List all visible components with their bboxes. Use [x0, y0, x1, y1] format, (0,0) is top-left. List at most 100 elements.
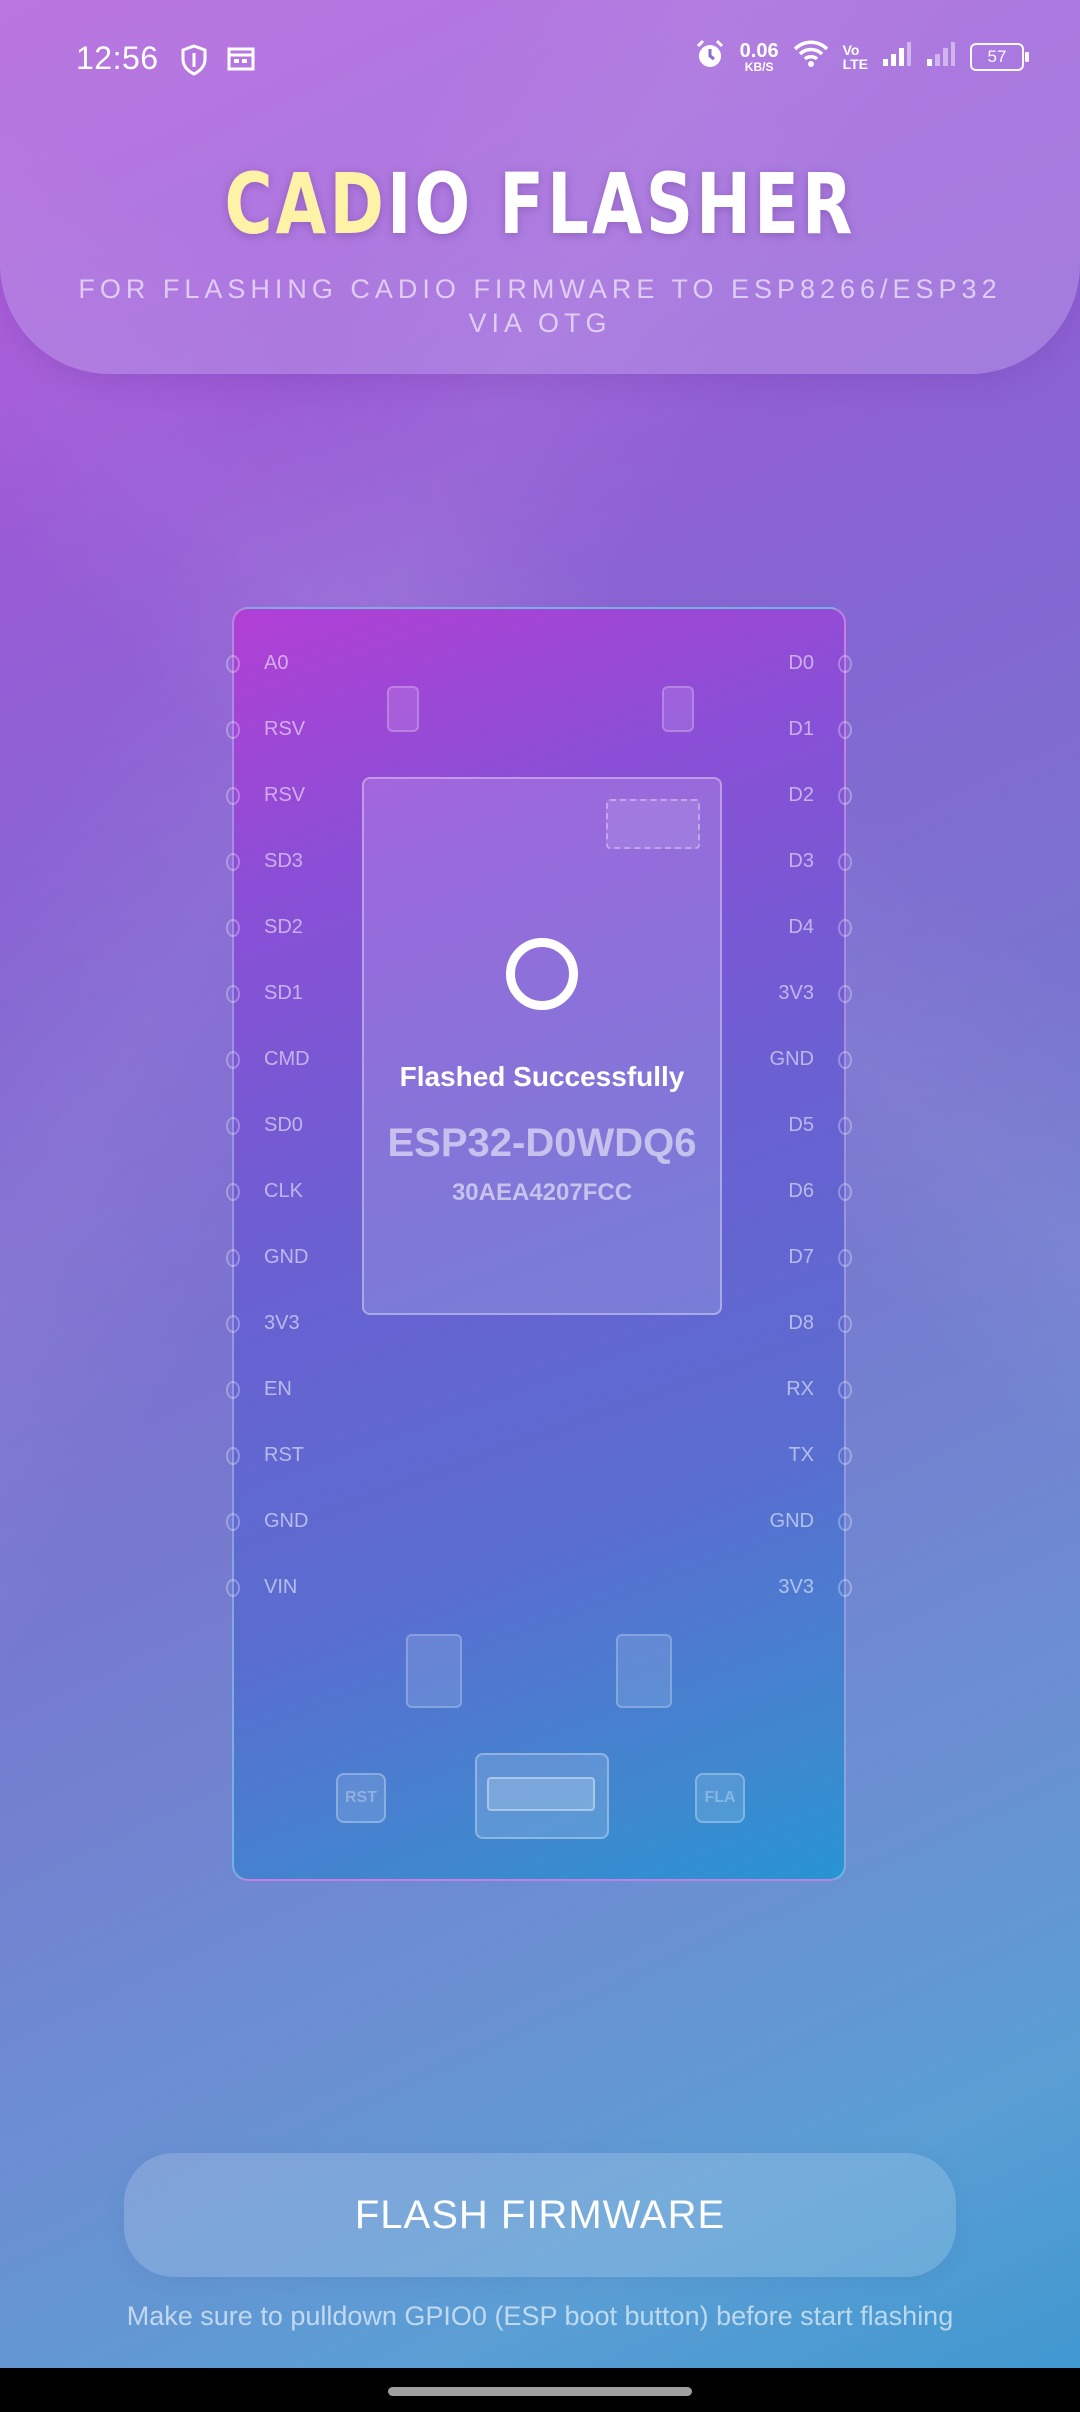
pin-hole [838, 1579, 852, 1597]
pin-hole [838, 853, 852, 871]
pin-label-right: 3V3 [778, 1576, 814, 1598]
pin-label-right: D2 [788, 784, 814, 806]
pin-hole [838, 1513, 852, 1531]
pin-hole [226, 721, 240, 739]
pin-hole [226, 1447, 240, 1465]
app-title-highlight: CAD [224, 155, 387, 253]
app-subtitle: FOR FLASHING CADIO FIRMWARE TO ESP8266/E… [78, 274, 1002, 338]
pin-hole [838, 1183, 852, 1201]
board-flash-button: FLA [695, 1773, 745, 1823]
pin-hole [838, 721, 852, 739]
pin-label-right: D6 [788, 1180, 814, 1202]
pin-hole [226, 985, 240, 1003]
pin-hole [226, 1579, 240, 1597]
pin-hole [226, 1117, 240, 1135]
volte-bottom: LTE [842, 55, 868, 72]
pin-label-right: TX [788, 1444, 814, 1466]
esp-chip: Flashed Successfully ESP32-D0WDQ6 30AEA4… [362, 777, 722, 1315]
pin-label-right: D1 [788, 718, 814, 740]
status-time: 12:56 [76, 40, 159, 76]
pin-label-left: CMD [264, 1048, 310, 1070]
status-ring-icon [506, 938, 578, 1010]
pin-label-right: RX [786, 1378, 814, 1400]
board-rst-button: RST [336, 1773, 386, 1823]
volte-indicator: Vo LTE [843, 43, 868, 71]
pin-hole [838, 919, 852, 937]
pin-label-right: GND [769, 1510, 814, 1532]
pin-hole [838, 1051, 852, 1069]
pin-label-left: RSV [264, 784, 306, 806]
flash-hint: Make sure to pulldown GPIO0 (ESP boot bu… [126, 2301, 954, 2331]
chip-antenna [606, 799, 700, 849]
pin-hole [226, 1381, 240, 1399]
chip-mac-address: 30AEA4207FCC [451, 1179, 633, 1206]
pin-hole [838, 1447, 852, 1465]
calendar-icon [226, 44, 256, 81]
pin-label-right: D0 [788, 652, 814, 674]
pin-label-left: GND [264, 1246, 309, 1268]
signal-weak-icon [926, 41, 956, 72]
app-title: CADIO FLASHER [119, 155, 961, 253]
status-left-icons [180, 44, 256, 81]
status-bar: 12:56 0.06 KB/S Vo LTE 57 [0, 0, 1080, 124]
pin-label-left: GND [264, 1510, 309, 1532]
pin-hole [838, 1117, 852, 1135]
pin-hole [226, 1315, 240, 1333]
battery-level: 57 [987, 46, 1007, 66]
signal-icon [882, 41, 912, 72]
pin-hole [226, 1183, 240, 1201]
pin-label-left: SD0 [264, 1114, 303, 1136]
pin-label-right: 3V3 [778, 982, 814, 1004]
pin-hole [226, 655, 240, 673]
pin-label-left: SD2 [264, 916, 303, 938]
pin-label-right: D4 [788, 916, 814, 938]
pin-label-right: D3 [788, 850, 814, 872]
pin-label-left: CLK [264, 1180, 303, 1202]
navigation-bar [0, 2368, 1080, 2412]
pin-label-right: D7 [788, 1246, 814, 1268]
pin-hole [838, 1249, 852, 1267]
board-component [662, 686, 694, 732]
pin-label-right: D8 [788, 1312, 814, 1334]
pin-hole [226, 1051, 240, 1069]
pin-hole [838, 655, 852, 673]
volte-top: Vo [842, 41, 860, 58]
pin-label-left: RSV [264, 718, 306, 740]
pin-hole [226, 853, 240, 871]
alarm-icon [694, 38, 726, 75]
status-right-icons: 0.06 KB/S Vo LTE 57 [694, 38, 1029, 75]
wifi-icon [793, 39, 829, 74]
pin-label-left: 3V3 [264, 1312, 300, 1334]
chip-model: ESP32-D0WDQ6 [387, 1121, 697, 1165]
usb-port [475, 1753, 609, 1839]
shield-icon [180, 44, 208, 81]
net-speed: 0.06 KB/S [740, 41, 779, 73]
battery-icon: 57 [970, 42, 1029, 71]
pin-hole [838, 787, 852, 805]
pin-hole [838, 985, 852, 1003]
pin-label-left: A0 [264, 652, 289, 674]
board-component [387, 686, 419, 732]
pin-label-left: VIN [264, 1576, 298, 1598]
pin-label-right: D5 [788, 1114, 814, 1136]
pin-label-left: SD3 [264, 850, 303, 872]
pin-label-left: EN [264, 1378, 292, 1400]
board-component [616, 1634, 672, 1708]
pin-hole [838, 1315, 852, 1333]
net-speed-value: 0.06 [739, 39, 779, 62]
home-gesture-handle[interactable] [388, 2387, 692, 2396]
flash-status: Flashed Successfully [399, 1061, 685, 1092]
pin-label-left: SD1 [264, 982, 303, 1004]
app-title-rest: IO FLASHER [386, 155, 856, 253]
pin-hole [838, 1381, 852, 1399]
pin-hole [226, 1513, 240, 1531]
usb-port-inner [487, 1777, 595, 1811]
pin-hole [226, 1249, 240, 1267]
pin-hole [226, 919, 240, 937]
pin-hole [226, 787, 240, 805]
flash-firmware-button[interactable]: FLASH FIRMWARE [124, 2153, 956, 2277]
board-component [406, 1634, 462, 1708]
pin-label-right: GND [769, 1048, 814, 1070]
pin-label-left: RST [264, 1444, 304, 1466]
net-speed-unit: KB/S [744, 59, 774, 74]
